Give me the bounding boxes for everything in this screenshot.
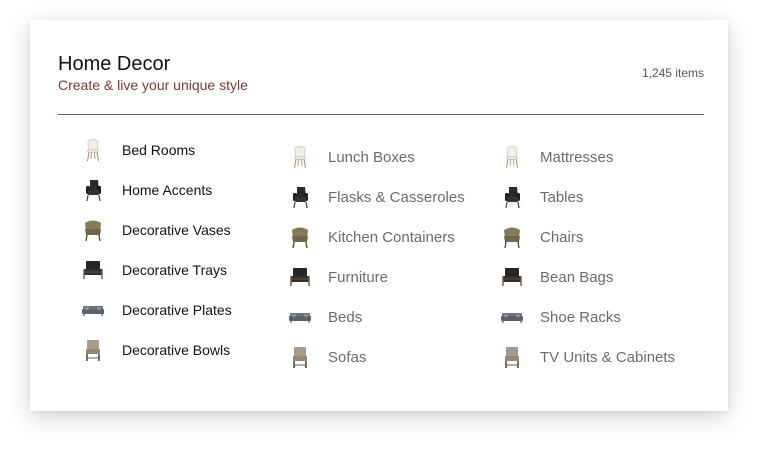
category-item[interactable]: Flasks & Casseroles bbox=[285, 177, 465, 217]
category-item[interactable]: TV Units & Cabinets bbox=[497, 337, 675, 377]
category-item[interactable]: Kitchen Containers bbox=[285, 217, 465, 257]
category-label: Furniture bbox=[328, 268, 389, 286]
page-title: Home Decor bbox=[58, 53, 171, 75]
category-label: Tables bbox=[540, 188, 584, 206]
category-label: Kitchen Containers bbox=[328, 228, 455, 246]
category-label: Sofas bbox=[328, 348, 367, 366]
category-label: Decorative Bowls bbox=[122, 342, 231, 358]
category-label: Lunch Boxes bbox=[328, 148, 415, 166]
grey-sofa-icon bbox=[285, 302, 315, 332]
category-item[interactable]: Shoe Racks bbox=[497, 297, 675, 337]
white-chair-icon bbox=[497, 142, 527, 172]
category-label: Beds bbox=[328, 308, 363, 326]
category-item[interactable]: Lunch Boxes bbox=[285, 137, 465, 177]
grey-sofa-icon bbox=[78, 295, 108, 325]
black-armchair-icon bbox=[285, 182, 315, 212]
category-label: Decorative Plates bbox=[122, 302, 232, 318]
category-item[interactable]: Furniture bbox=[285, 257, 465, 297]
olive-lounge-chair-icon bbox=[285, 222, 315, 252]
category-label: Mattresses bbox=[540, 148, 614, 166]
category-item[interactable]: Mattresses bbox=[497, 137, 675, 177]
category-column-2: Lunch Boxes Flasks & Casseroles Kitchen Co… bbox=[285, 137, 465, 377]
category-label: Bean Bags bbox=[540, 268, 614, 286]
olive-lounge-chair-icon bbox=[497, 222, 527, 252]
beige-chair-icon bbox=[497, 342, 527, 372]
grey-sofa-icon bbox=[497, 302, 527, 332]
beige-chair-icon bbox=[285, 342, 315, 372]
category-item[interactable]: Decorative Vases bbox=[78, 210, 232, 250]
category-label: Chairs bbox=[540, 228, 584, 246]
black-armchair-icon bbox=[78, 175, 108, 205]
item-count: 1,245 items bbox=[641, 66, 704, 80]
black-lounge-chair-icon bbox=[78, 255, 108, 285]
black-lounge-chair-icon bbox=[285, 262, 315, 292]
category-label: Flasks & Casseroles bbox=[328, 188, 465, 206]
category-item[interactable]: Decorative Plates bbox=[78, 290, 232, 330]
black-armchair-icon bbox=[497, 182, 527, 212]
category-label: Bed Rooms bbox=[122, 142, 196, 158]
olive-lounge-chair-icon bbox=[78, 215, 108, 245]
category-column-1: Bed Rooms Home Accents Decorative Vases Dec… bbox=[78, 130, 232, 370]
page-subtitle: Create & live your unique style bbox=[58, 77, 248, 93]
white-chair-icon bbox=[285, 142, 315, 172]
category-label: Decorative Vases bbox=[122, 222, 231, 238]
category-label: Shoe Racks bbox=[540, 308, 621, 326]
category-item[interactable]: Decorative Trays bbox=[78, 250, 232, 290]
category-item[interactable]: Chairs bbox=[497, 217, 675, 257]
black-lounge-chair-icon bbox=[497, 262, 527, 292]
home-decor-card: Home Decor Create & live your unique sty… bbox=[30, 20, 728, 411]
category-label: Decorative Trays bbox=[122, 262, 228, 278]
category-column-3: Mattresses Tables Chairs Bean Bags Shoe Rack… bbox=[497, 137, 675, 377]
divider bbox=[58, 114, 704, 115]
category-label: Home Accents bbox=[122, 182, 213, 198]
category-item[interactable]: Bed Rooms bbox=[78, 130, 232, 170]
white-chair-icon bbox=[78, 135, 108, 165]
category-item[interactable]: Tables bbox=[497, 177, 675, 217]
category-item[interactable]: Beds bbox=[285, 297, 465, 337]
category-item[interactable]: Bean Bags bbox=[497, 257, 675, 297]
beige-chair-icon bbox=[78, 335, 108, 365]
category-item[interactable]: Decorative Bowls bbox=[78, 330, 232, 370]
category-item[interactable]: Home Accents bbox=[78, 170, 232, 210]
category-item[interactable]: Sofas bbox=[285, 337, 465, 377]
category-label: TV Units & Cabinets bbox=[540, 348, 676, 366]
